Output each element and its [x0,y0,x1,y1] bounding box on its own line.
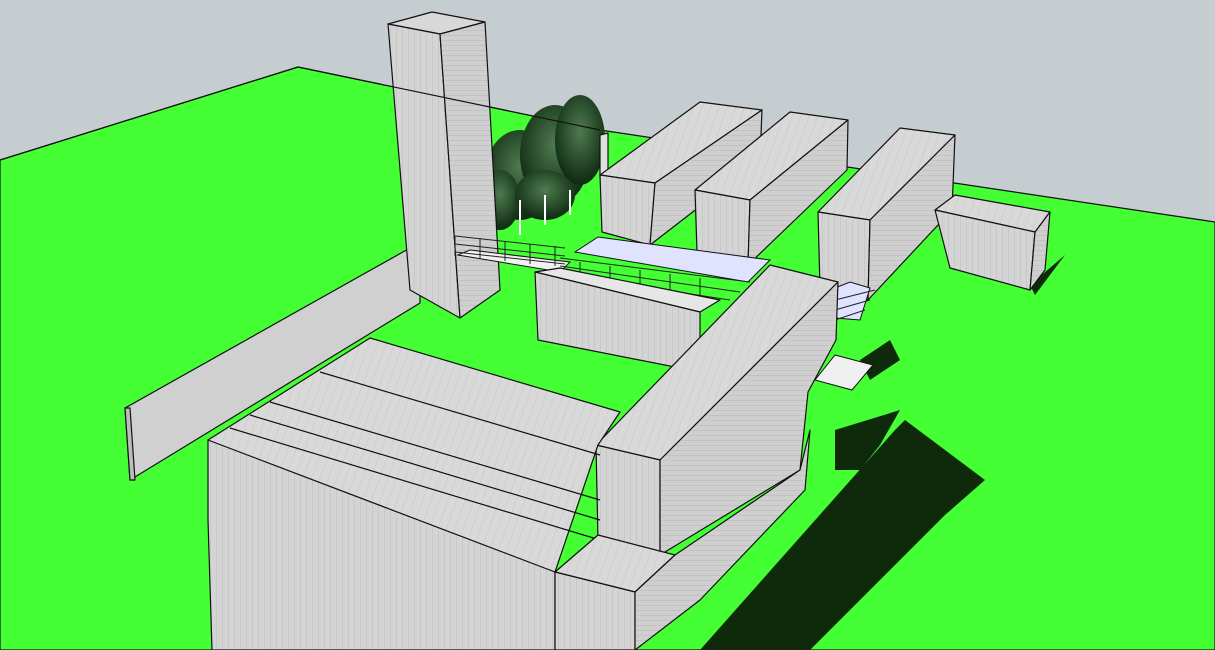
modeling-viewport[interactable] [0,0,1215,650]
3d-scene[interactable] [0,0,1215,650]
